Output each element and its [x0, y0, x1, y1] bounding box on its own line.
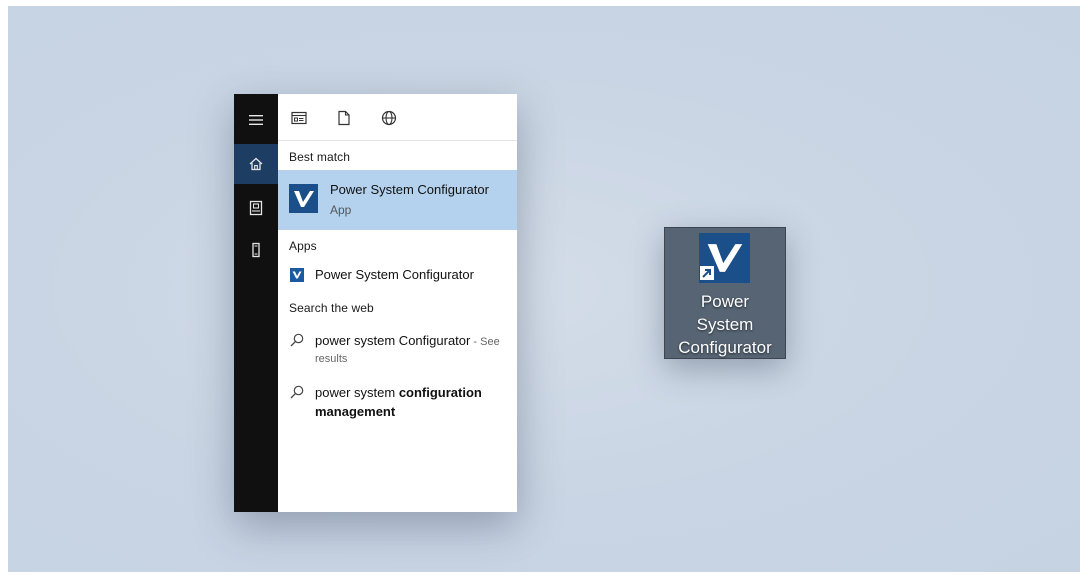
search-panel: Best match Power System Configurator App…: [234, 94, 517, 512]
app-small-icon: [290, 268, 304, 282]
web-result-2[interactable]: power system configuration management: [278, 385, 517, 425]
app-logo-icon: [289, 184, 318, 213]
document-filter-button[interactable]: [335, 109, 353, 127]
desktop-background: Best match Power System Configurator App…: [8, 6, 1080, 572]
best-match-title: Power System Configurator: [330, 182, 489, 197]
search-icon: [290, 385, 304, 399]
web-filter-button[interactable]: [380, 109, 398, 127]
apps-filter-icon: [291, 111, 307, 125]
shortcut-label: Power System Configurator: [665, 290, 785, 359]
app-result[interactable]: Power System Configurator: [278, 266, 517, 288]
web-result-1-suffix: - See: [470, 336, 500, 348]
web-result-2-line2: management: [315, 404, 396, 419]
results-pane: Best match Power System Configurator App…: [278, 94, 517, 512]
document-filter-icon: [338, 110, 350, 126]
web-result-1-query: power system Configurator: [315, 333, 471, 348]
search-icon: [290, 333, 304, 347]
apps-heading: Apps: [289, 239, 317, 253]
shortcut-arrow-icon: [699, 265, 715, 281]
best-match-type: App: [330, 203, 352, 217]
web-result-1-text: power system Configurator - See: [315, 333, 500, 348]
shortcut-label-line-3: Configurator: [678, 338, 772, 357]
desktop-shortcut[interactable]: Power System Configurator: [664, 227, 786, 359]
search-web-heading: Search the web: [289, 301, 374, 315]
best-match-result[interactable]: Power System Configurator App: [278, 170, 517, 230]
web-result-1[interactable]: power system Configurator - See results: [278, 333, 517, 373]
documents-button[interactable]: [234, 188, 278, 228]
shortcut-label-line-2: System: [696, 315, 754, 334]
device-icon: [252, 242, 260, 258]
home-button[interactable]: [234, 144, 278, 184]
web-result-1-detail: results: [315, 353, 348, 365]
shortcut-label-line-1: Power: [700, 292, 750, 311]
app-result-label: Power System Configurator: [315, 267, 474, 282]
home-icon: [249, 157, 263, 171]
best-match-heading: Best match: [289, 150, 351, 164]
menu-icon: [249, 115, 263, 125]
web-result-2-prefix: power system: [315, 385, 399, 400]
menu-button[interactable]: [234, 100, 278, 140]
web-result-2-bold: configuration: [398, 385, 482, 400]
web-filter-icon: [381, 110, 397, 126]
filter-bar: [278, 94, 517, 141]
apps-filter-button[interactable]: [290, 109, 308, 127]
device-button[interactable]: [234, 230, 278, 270]
web-result-2-text: power system configuration: [315, 385, 482, 400]
documents-icon: [249, 200, 263, 216]
nav-rail: [234, 94, 278, 512]
